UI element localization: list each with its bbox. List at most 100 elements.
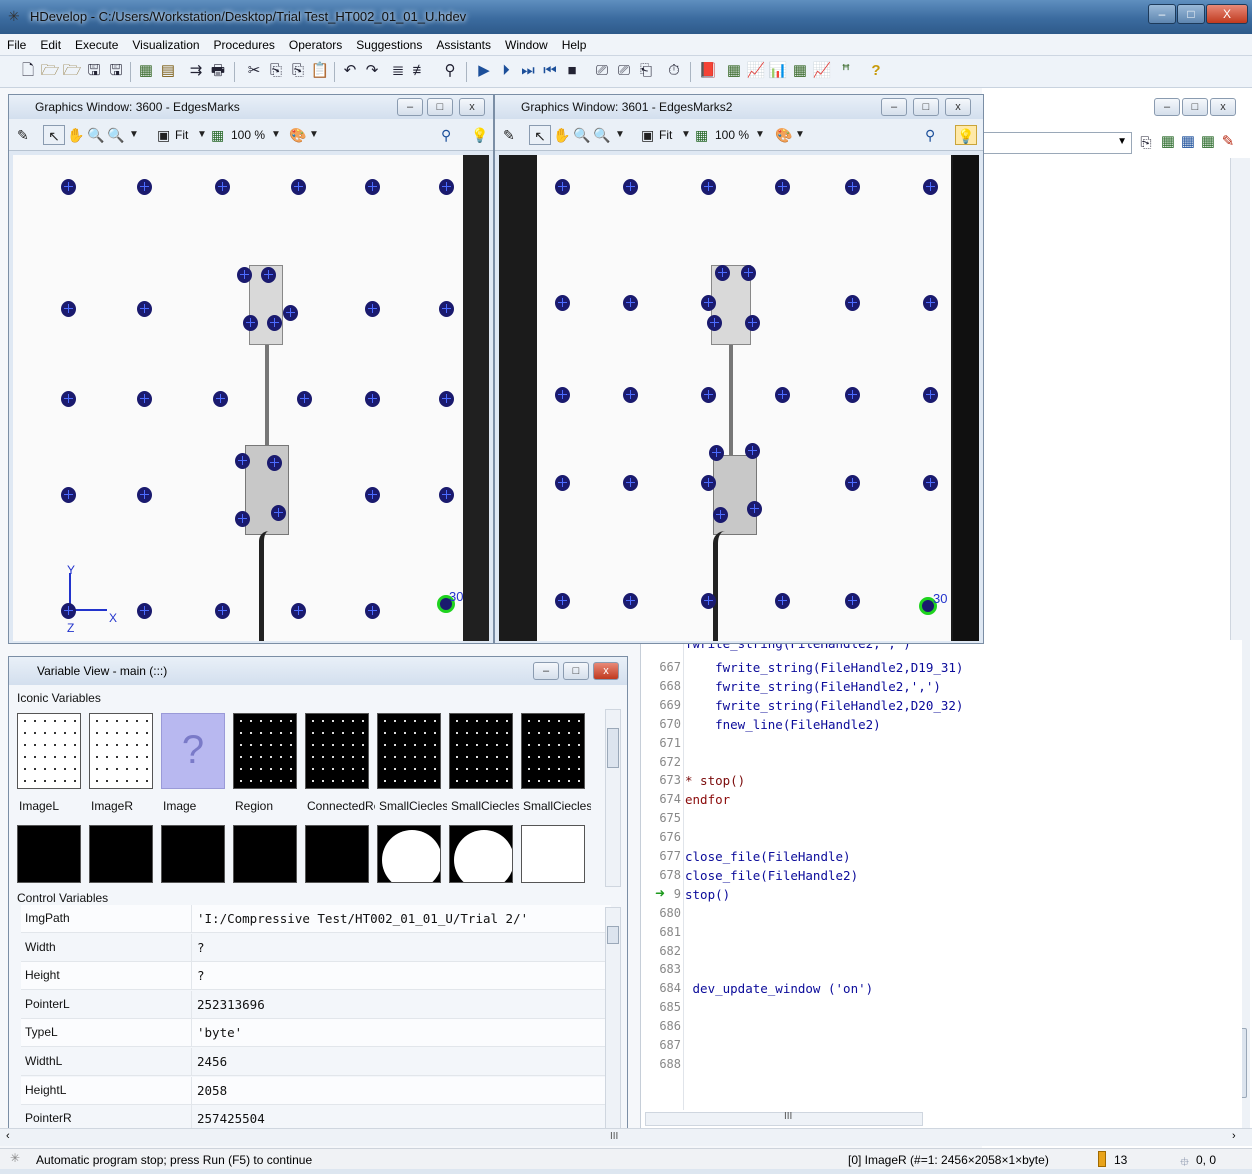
ocr-icon[interactable]: ꟸ xyxy=(836,61,856,81)
control-variable-row[interactable]: Width? xyxy=(21,933,611,962)
iconic-thumbnail[interactable] xyxy=(521,713,585,789)
menu-assistants[interactable]: Assistants xyxy=(429,34,498,56)
gw2-minimize-button[interactable]: – xyxy=(881,98,907,116)
iconic-thumbnail[interactable] xyxy=(305,825,369,883)
iconic-thumbnail[interactable] xyxy=(305,713,369,789)
code-line[interactable]: fwrite_string(FileHandle2,D19_31) xyxy=(685,660,963,675)
gw1-close-button[interactable]: x xyxy=(459,98,485,116)
select-icon[interactable]: ↖ xyxy=(43,125,65,145)
print-icon[interactable]: 🖶 xyxy=(208,61,228,81)
code-line[interactable]: fnew_line(FileHandle2) xyxy=(685,717,881,732)
panel-close-button[interactable]: x xyxy=(1210,98,1236,116)
read-image-icon[interactable]: ▦ xyxy=(136,61,156,81)
iconic-thumbnail[interactable] xyxy=(17,825,81,883)
export-icon[interactable]: ⇉ xyxy=(186,61,206,81)
pan-hand-icon[interactable]: ✋ xyxy=(67,125,84,145)
code-line[interactable]: dev_update_window ('on') xyxy=(685,981,874,996)
fit-icon[interactable]: ▣ xyxy=(641,125,654,145)
code-line[interactable]: close_file(FileHandle2) xyxy=(685,868,858,883)
chevron-down-icon[interactable]: ▼ xyxy=(129,125,139,145)
redo-icon[interactable]: ↷ xyxy=(362,61,382,81)
vv-maximize-button[interactable]: □ xyxy=(563,662,589,680)
pixel-info-icon[interactable]: ⚲ xyxy=(441,125,451,145)
iconic-thumbnail[interactable] xyxy=(17,713,81,789)
feature-histogram-icon[interactable]: 📊 xyxy=(768,61,788,81)
new-file-icon[interactable]: 🗋 xyxy=(18,61,38,81)
panel-minimize-button[interactable]: – xyxy=(1154,98,1180,116)
control-variable-row[interactable]: TypeL 'byte' xyxy=(21,1019,611,1048)
help-question-icon[interactable]: ? xyxy=(866,61,886,81)
zoom-in-icon[interactable]: 🔍 xyxy=(107,125,124,145)
step-out-icon[interactable]: ⏮ xyxy=(540,61,560,81)
code-line[interactable]: fwrite_string(FileHandle2,D20_32) xyxy=(685,698,963,713)
copy-special-icon[interactable]: ⎘ xyxy=(288,61,308,81)
code-line[interactable]: fwrite_string(FileHandle2,',') xyxy=(685,679,941,694)
step-over-icon[interactable]: ⏵ xyxy=(496,61,516,81)
chevron-right-icon[interactable]: › xyxy=(1232,1130,1236,1142)
control-variable-row[interactable]: Height? xyxy=(21,962,611,991)
menu-suggestions[interactable]: Suggestions xyxy=(349,34,429,56)
activate-line-icon[interactable]: ≣ xyxy=(388,61,408,81)
minimize-button[interactable]: – xyxy=(1148,4,1176,24)
control-scrollbar[interactable] xyxy=(605,907,621,1133)
undo-icon[interactable]: ↶ xyxy=(340,61,360,81)
vv-minimize-button[interactable]: – xyxy=(533,662,559,680)
iconic-thumbnail[interactable] xyxy=(233,825,297,883)
iconic-thumbnail[interactable] xyxy=(89,825,153,883)
fit-dropdown[interactable]: Fit xyxy=(175,125,188,145)
feature-inspection-icon[interactable]: 📈 xyxy=(812,61,832,81)
menu-file[interactable]: File xyxy=(0,34,33,56)
pan-hand-icon[interactable]: ✋ xyxy=(553,125,570,145)
control-variable-row[interactable]: ImgPath 'I:/Compressive Test/HT002_01_01_… xyxy=(21,905,611,933)
procedure-open-icon[interactable]: ▦ xyxy=(1198,132,1218,152)
cut-icon[interactable]: ✂ xyxy=(244,61,264,81)
chevron-down-icon[interactable]: ▼ xyxy=(681,125,691,145)
code-hscroll[interactable]: III xyxy=(645,1111,923,1126)
open-image-icon[interactable]: ▤ xyxy=(158,61,178,81)
deactivate-line-icon[interactable]: ≢ xyxy=(410,61,430,81)
color-settings-icon[interactable]: 🎨 xyxy=(775,125,792,145)
iconic-scrollbar[interactable] xyxy=(605,709,621,887)
reset-program-icon[interactable]: ⎚ xyxy=(592,61,612,81)
save-icon[interactable]: 🖫 xyxy=(84,61,104,81)
reset-proc-icon[interactable]: ⎚ xyxy=(614,61,634,81)
panel-maximize-button[interactable]: □ xyxy=(1182,98,1208,116)
chevron-down-icon[interactable]: ▼ xyxy=(309,125,319,145)
control-variable-row[interactable]: WidthL 2456 xyxy=(21,1048,611,1076)
gw1-minimize-button[interactable]: – xyxy=(397,98,423,116)
image-canvas[interactable]: Y X Z 30 xyxy=(13,155,489,641)
menu-visualization[interactable]: Visualization xyxy=(125,34,206,56)
code-line[interactable]: stop() xyxy=(685,887,730,902)
help-book-icon[interactable]: 📕 xyxy=(698,61,718,81)
maximize-button[interactable]: □ xyxy=(1177,4,1205,24)
open-example-icon[interactable]: 🗁 xyxy=(62,61,82,81)
gw2-maximize-button[interactable]: □ xyxy=(913,98,939,116)
code-line[interactable]: close_file(FileHandle) xyxy=(685,849,851,864)
menu-edit[interactable]: Edit xyxy=(33,34,68,56)
copy-icon[interactable]: ⎘ xyxy=(266,61,286,81)
zoom-dropdown[interactable]: 100 % xyxy=(715,125,749,145)
chevron-down-icon[interactable]: ▼ xyxy=(271,125,281,145)
open-file-icon[interactable]: 🗁 xyxy=(40,61,60,81)
procedure-down-icon[interactable]: ▦ xyxy=(1178,132,1198,152)
select-icon[interactable]: ↖ xyxy=(529,125,551,145)
save-as-icon[interactable]: 🖫 xyxy=(106,61,126,81)
insert-procedure-icon[interactable]: ▦ xyxy=(1158,132,1178,152)
iconic-thumbnail[interactable] xyxy=(233,713,297,789)
iconic-thumbnail[interactable] xyxy=(89,713,153,789)
zoom-factor-icon[interactable]: ▦ xyxy=(695,125,708,145)
light-bulb-icon[interactable]: 💡 xyxy=(955,125,977,145)
iconic-thumbnail[interactable]: ? xyxy=(161,713,225,789)
find-icon[interactable]: ⚲ xyxy=(440,61,460,81)
light-bulb-icon[interactable]: 💡 xyxy=(471,125,488,145)
chevron-down-icon[interactable]: ▼ xyxy=(755,125,765,145)
graphics-window-3600[interactable]: ✳ Graphics Window: 3600 - EdgesMarks – □… xyxy=(8,94,494,644)
vv-close-button[interactable]: x xyxy=(593,662,619,680)
gw2-close-button[interactable]: x xyxy=(945,98,971,116)
fit-dropdown[interactable]: Fit xyxy=(659,125,672,145)
zoom-window-icon[interactable]: ▦ xyxy=(790,61,810,81)
line-profile-icon[interactable]: 📈 xyxy=(746,61,766,81)
zoom-factor-icon[interactable]: ▦ xyxy=(211,125,224,145)
stop-icon[interactable]: ■ xyxy=(562,61,582,81)
color-settings-icon[interactable]: 🎨 xyxy=(289,125,306,145)
